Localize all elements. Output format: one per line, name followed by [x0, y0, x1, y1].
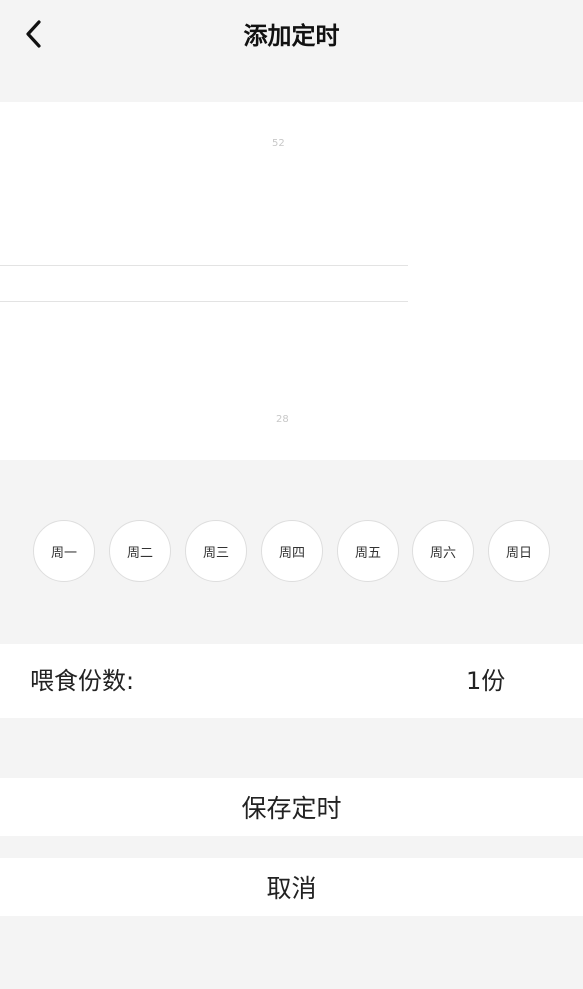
chevron-left-icon — [26, 20, 41, 48]
weekday-button-tue[interactable]: 周二 — [109, 520, 171, 582]
picker-faint-value-bottom: 28 — [276, 414, 289, 425]
time-picker[interactable]: 52 28 — [0, 102, 583, 460]
weekday-button-sun[interactable]: 周日 — [488, 520, 550, 582]
weekday-button-sat[interactable]: 周六 — [412, 520, 474, 582]
picker-selection-line-top — [0, 265, 408, 266]
add-timer-screen: 添加定时 52 28 周一 周二 周三 周四 周五 周六 周日 喂食份数: 1份… — [0, 0, 583, 989]
header: 添加定时 — [0, 0, 583, 72]
weekday-button-wed[interactable]: 周三 — [185, 520, 247, 582]
weekday-button-fri[interactable]: 周五 — [337, 520, 399, 582]
feed-portions-label: 喂食份数: — [30, 667, 135, 695]
picker-selection-line-bottom — [0, 301, 408, 302]
weekday-selector: 周一 周二 周三 周四 周五 周六 周日 — [0, 460, 583, 644]
weekday-button-thu[interactable]: 周四 — [261, 520, 323, 582]
save-timer-button[interactable]: 保存定时 — [0, 778, 583, 836]
feed-portions-row[interactable]: 喂食份数: 1份 — [0, 644, 583, 718]
page-title: 添加定时 — [243, 22, 340, 50]
weekday-button-mon[interactable]: 周一 — [33, 520, 95, 582]
cancel-button[interactable]: 取消 — [0, 858, 583, 916]
back-button[interactable] — [14, 14, 54, 54]
feed-portions-value[interactable]: 1份 — [466, 644, 505, 718]
picker-faint-value-top: 52 — [272, 138, 285, 149]
